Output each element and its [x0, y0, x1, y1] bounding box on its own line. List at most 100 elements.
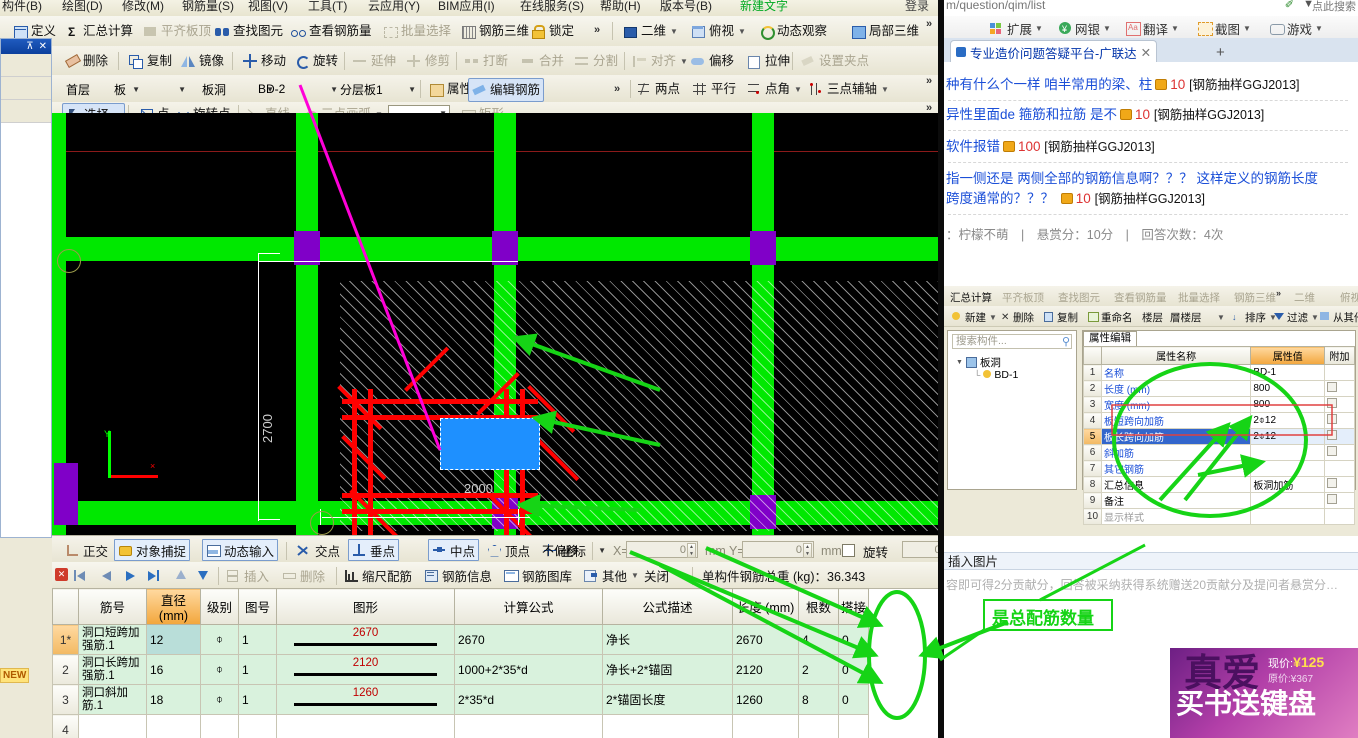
- cell-formula-desc[interactable]: 净长+2*锚固: [602, 654, 733, 685]
- split-button[interactable]: 分割: [572, 50, 621, 72]
- pin-icon[interactable]: ⊼: [26, 41, 33, 52]
- property-row[interactable]: 7 其它钢筋: [1083, 460, 1355, 477]
- view-rebar-qty-button-2[interactable]: 查看钢筋量: [1114, 290, 1167, 305]
- cad-drawing-canvas[interactable]: 2700 2000 Y ×: [52, 113, 944, 535]
- chevron-down-icon[interactable]: ▼: [631, 571, 639, 580]
- prop-value[interactable]: BD-1: [1250, 364, 1326, 381]
- prop-attach[interactable]: [1324, 428, 1355, 445]
- list-item[interactable]: 异性里面de 箍筋和拉筋 是不 10 [钢筋抽样GGJ2013]: [946, 106, 1358, 124]
- copy-component-button[interactable]: 复制: [1044, 310, 1078, 325]
- cell-rebar-no[interactable]: 洞口短跨加强筋.1: [78, 624, 147, 655]
- cell-length[interactable]: 1260: [732, 684, 799, 715]
- cell-count[interactable]: 4: [798, 624, 839, 655]
- cell-formula[interactable]: 1000+2*35*d: [454, 654, 603, 685]
- move-up-button[interactable]: [174, 569, 187, 582]
- property-row[interactable]: 6 斜加筋: [1083, 444, 1355, 461]
- align-button[interactable]: 对齐 ▼: [630, 50, 691, 72]
- list-item[interactable]: 指一侧还是 两侧全部的钢筋信息啊？？？ 这样定义的钢筋长度: [946, 170, 1358, 188]
- cell-shape[interactable]: [276, 714, 455, 738]
- dock-panel-row-2[interactable]: [1, 77, 51, 100]
- cell-diameter[interactable]: [146, 714, 201, 738]
- two-point-axis-button[interactable]: 两点: [634, 78, 683, 100]
- property-row[interactable]: 2 长度 (mm) 800: [1083, 380, 1355, 397]
- col-length[interactable]: 长度 (mm): [732, 588, 799, 625]
- prop-attach[interactable]: [1324, 396, 1355, 413]
- extend-button[interactable]: 延伸: [350, 50, 399, 72]
- table-row[interactable]: 2 洞口长跨加强筋.1 16 ⌽ 1 2120 1000+2*35*d 净长+2…: [52, 654, 869, 685]
- cell-rebar-no[interactable]: [78, 714, 147, 738]
- property-row[interactable]: 8 汇总信息 板洞加筋: [1083, 476, 1355, 493]
- offset-button[interactable]: 偏移: [688, 50, 737, 72]
- property-row-selected[interactable]: 5 板长跨向加筋 2⌽12: [1083, 428, 1355, 445]
- cell-figure-no[interactable]: 1: [238, 624, 277, 655]
- col-prop-attach[interactable]: 附加: [1324, 346, 1355, 365]
- menu-item-6[interactable]: 云应用(Y): [368, 0, 420, 14]
- tree-node-selected[interactable]: BD-1: [983, 369, 1018, 381]
- cell-lap[interactable]: 0: [838, 624, 869, 655]
- summary-calc-button[interactable]: Σ 汇总计算: [62, 20, 136, 42]
- toolbar3-overflow-button-2[interactable]: »: [926, 75, 932, 87]
- cell-count[interactable]: 2: [798, 654, 839, 685]
- prop-name[interactable]: 板短跨向加筋: [1100, 412, 1252, 429]
- perpendicular-snap[interactable]: 垂点: [348, 539, 400, 561]
- batch-select-button[interactable]: 批量选择: [380, 20, 454, 42]
- cell-shape[interactable]: 2670: [276, 624, 455, 655]
- menu-item-10[interactable]: 版本号(B): [660, 0, 712, 14]
- property-row[interactable]: 10 显示样式: [1083, 508, 1355, 525]
- chevron-down-icon[interactable]: ▼: [1035, 24, 1043, 33]
- rotate-checkbox[interactable]: [842, 544, 855, 557]
- question-text[interactable]: 指一侧还是 两侧全部的钢筋信息啊？？？ 这样定义的钢筋长度: [946, 171, 1318, 186]
- cell-formula-desc[interactable]: 2*锚固长度: [602, 684, 733, 715]
- close-editor-button[interactable]: 关闭: [644, 564, 669, 586]
- checkbox-icon[interactable]: [1327, 398, 1338, 408]
- ext-bank[interactable]: ¥ 网银 ▼: [1058, 19, 1111, 38]
- ext-extension[interactable]: 扩展 ▼: [990, 19, 1043, 38]
- col-diameter[interactable]: 直径 (mm): [146, 588, 201, 625]
- lock-button[interactable]: 锁定: [528, 20, 577, 42]
- rotate-button[interactable]: 旋转: [292, 50, 341, 72]
- question-text[interactable]: 异性里面de 箍筋和拉筋 是不: [946, 107, 1117, 122]
- col-formula-desc[interactable]: 公式描述: [602, 588, 733, 625]
- find-element-button-2[interactable]: 查找图元: [1058, 290, 1100, 305]
- chevron-down-icon[interactable]: ▼: [1315, 24, 1323, 33]
- prop-name[interactable]: 斜加筋: [1100, 444, 1252, 461]
- cell-shape[interactable]: 1260: [276, 684, 455, 715]
- col-count[interactable]: 根数: [798, 588, 839, 625]
- chevron-down-icon[interactable]: ▼: [596, 546, 606, 555]
- sort-button[interactable]: ↓ 排序 ▼: [1232, 310, 1277, 325]
- table-row[interactable]: 3 洞口斜加筋.1 18 ⌽ 1 1260 2*35*d 2*锚固长度 1260…: [52, 684, 869, 715]
- chevron-down-icon[interactable]: ▼: [738, 27, 746, 36]
- property-row[interactable]: 4 板短跨向加筋 2⌽12: [1083, 412, 1355, 429]
- prop-value[interactable]: [1250, 508, 1326, 525]
- question-text[interactable]: 种有什么个一样 咱半常用的梁、柱: [946, 77, 1152, 92]
- rebar-table[interactable]: 筋号 直径 (mm) 级别 图号 图形 计算公式 公式描述 长度 (mm) 根数…: [52, 588, 869, 738]
- align-slab-button-2[interactable]: 平齐板顶: [1002, 290, 1044, 305]
- delete-component-button[interactable]: ✕ 删除: [1000, 310, 1034, 325]
- menu-item-3[interactable]: 钢筋量(S): [182, 0, 234, 14]
- menu-item-7[interactable]: BIM应用(I): [438, 0, 495, 14]
- col-lap[interactable]: 搭接: [838, 588, 869, 625]
- merge-button[interactable]: 合并: [518, 50, 567, 72]
- search-icon[interactable]: ⚲: [1062, 335, 1070, 348]
- cell-count[interactable]: [798, 714, 839, 738]
- find-element-button[interactable]: 查找图元: [212, 20, 286, 42]
- chevron-down-icon[interactable]: ▼: [1311, 313, 1319, 322]
- toolbar3-overflow-button[interactable]: »: [614, 83, 620, 95]
- cell-rownum[interactable]: 2: [52, 654, 79, 685]
- toolbar-overflow-button[interactable]: »: [594, 24, 600, 36]
- top-view-button-2[interactable]: 俯视: [1340, 290, 1358, 305]
- offset-mode-combo[interactable]: 不偏移 ▼: [538, 541, 608, 559]
- checkbox-icon[interactable]: [1327, 478, 1338, 488]
- list-item-cont[interactable]: 跨度通常的？？？ 10 [钢筋抽样GGJ2013]: [946, 190, 1358, 208]
- local-3d-button[interactable]: 局部三维: [848, 20, 922, 42]
- property-table[interactable]: 属性名称 属性值 附加 1 名称 BD-1 2 长度 (mm) 800 3 宽度…: [1083, 346, 1355, 525]
- dock-panel-row-1[interactable]: [1, 54, 51, 77]
- prop-name[interactable]: 显示样式: [1100, 508, 1252, 525]
- prop-value[interactable]: 800: [1250, 380, 1326, 397]
- col-figure-no[interactable]: 图号: [238, 588, 277, 625]
- vertex-snap[interactable]: 顶点: [484, 540, 533, 560]
- scale-rebar-button[interactable]: 缩尺配筋: [344, 564, 412, 586]
- prop-attach[interactable]: [1324, 476, 1355, 493]
- batch-select-button-2[interactable]: 批量选择: [1178, 290, 1220, 305]
- table-row[interactable]: 1* 洞口短跨加强筋.1 12 ⌽ 1 2670 2670 净长 2670 4 …: [52, 624, 869, 655]
